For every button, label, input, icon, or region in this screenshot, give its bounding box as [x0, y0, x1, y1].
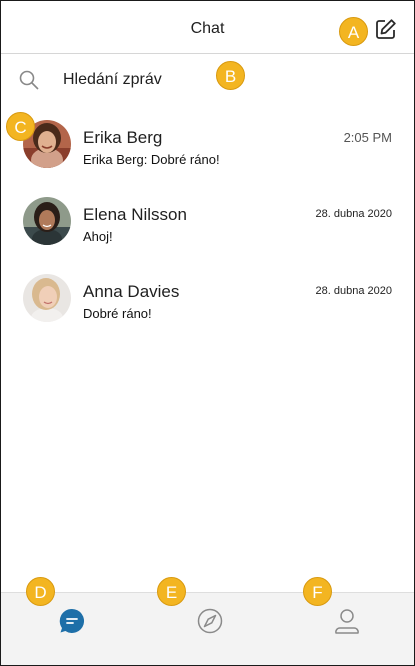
chat-name: Erika Berg [83, 128, 163, 147]
callout-c: C [6, 112, 35, 141]
chat-timestamp: 2:05 PM [343, 130, 392, 145]
callout-a: A [339, 17, 368, 46]
chat-icon [59, 608, 85, 633]
callout-d: D [26, 577, 55, 606]
bottom-tab-bar [1, 592, 414, 665]
chat-list: Erika Berg Erika Berg: Dobré ráno! 2:05 … [1, 106, 414, 337]
chat-timestamp: 28. dubna 2020 [315, 208, 392, 220]
compose-button[interactable] [374, 17, 398, 41]
tab-profile[interactable] [333, 607, 361, 635]
chat-item-elena-nilsson[interactable]: Elena Nilsson Ahoj! 28. dubna 2020 [1, 183, 414, 260]
search-input[interactable] [59, 69, 217, 91]
avatar [23, 197, 71, 245]
search-bar [1, 54, 414, 104]
chat-item-erika-berg[interactable]: Erika Berg Erika Berg: Dobré ráno! 2:05 … [1, 106, 414, 183]
callout-b: B [216, 61, 245, 90]
tab-chat[interactable] [58, 607, 86, 635]
chat-item-anna-davies[interactable]: Anna Davies Dobré ráno! 28. dubna 2020 [1, 260, 414, 337]
callout-f: F [303, 577, 332, 606]
chat-name: Elena Nilsson [83, 205, 187, 224]
chat-preview: Erika Berg: Dobré ráno! [83, 152, 220, 167]
chat-timestamp: 28. dubna 2020 [315, 285, 392, 297]
chat-name: Anna Davies [83, 282, 180, 301]
compose-icon [376, 19, 396, 39]
search-icon [18, 69, 40, 91]
app-window: Chat Hledání zpráv Erika Berg Erika Berg… [0, 0, 415, 666]
tab-discover[interactable] [196, 607, 224, 635]
callout-e: E [157, 577, 186, 606]
chat-preview: Ahoj! [83, 229, 113, 244]
person-icon [335, 609, 359, 634]
chat-preview: Dobré ráno! [83, 306, 152, 321]
avatar [23, 274, 71, 322]
compass-icon [197, 608, 223, 634]
